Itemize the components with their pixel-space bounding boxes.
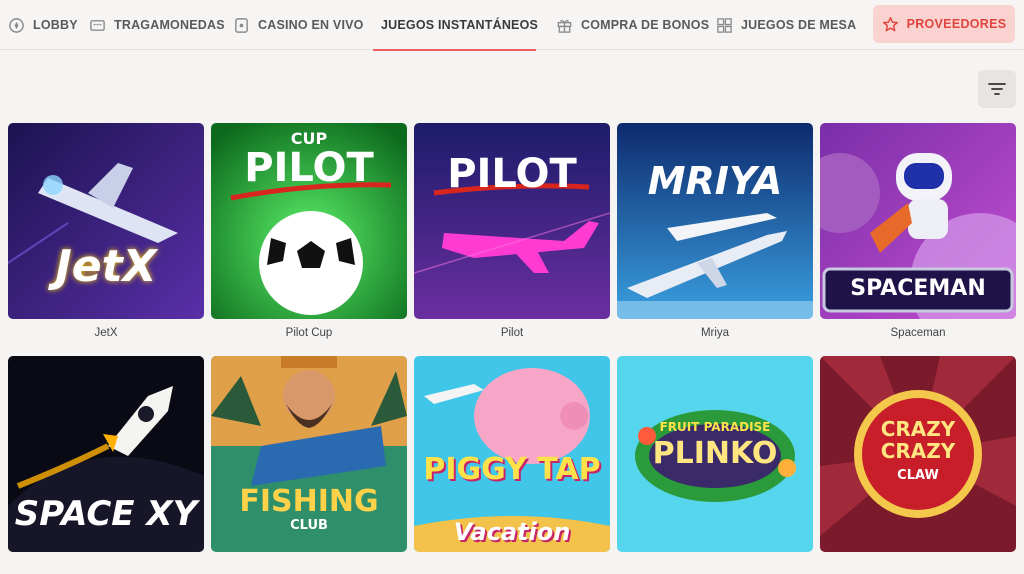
nav-item-label: LOBBY: [33, 18, 78, 32]
providers-button[interactable]: PROVEEDORES: [873, 5, 1015, 43]
game-title: [211, 560, 407, 574]
game-logo: SPACEMAN: [850, 276, 986, 301]
game-card-pilot[interactable]: PILOT Pilot: [414, 123, 610, 341]
game-card-crazy-crazy-claw[interactable]: CRAZY CRAZY CLAW: [820, 356, 1016, 574]
nav-item-tragamonedas[interactable]: TRAGAMONEDAS: [89, 0, 225, 50]
game-card-jetx[interactable]: JetX JetX: [8, 123, 204, 341]
game-title: [8, 560, 204, 574]
game-card-fishing-club[interactable]: FISHING CLUB: [211, 356, 407, 574]
slot-machine-icon: [90, 19, 105, 31]
game-card-piggy-tap[interactable]: PIGGY TAP Vacation: [414, 356, 610, 574]
game-logo-sub: Vacation: [453, 518, 571, 546]
game-thumbnail[interactable]: SPACEMAN: [820, 123, 1016, 319]
game-logo-sub: CLUB: [290, 518, 328, 533]
live-dealer-icon: [235, 17, 248, 33]
game-logo: PLINKO: [652, 436, 778, 471]
top-navigation: LOBBY TRAGAMONEDAS CASINO EN VIVO JUEGOS…: [0, 0, 1024, 51]
game-card-pilot-cup[interactable]: CUP PILOT Pilot Cup: [211, 123, 407, 341]
game-title: [617, 560, 813, 574]
game-logo: SPACE XY: [14, 494, 198, 534]
game-card-mriya[interactable]: MRIYA Mriya: [617, 123, 813, 341]
star-icon: [882, 16, 898, 31]
nav-item-label: TRAGAMONEDAS: [114, 18, 225, 32]
game-logo-sub: CLAW: [897, 468, 939, 483]
game-title: Pilot: [500, 327, 524, 339]
gift-icon: [557, 19, 572, 33]
game-logo: MRIYA: [647, 159, 783, 203]
game-thumbnail[interactable]: CRAZY CRAZY CLAW: [820, 356, 1016, 552]
game-thumbnail[interactable]: FRUIT PARADISE PLINKO: [617, 356, 813, 552]
nav-item-compra-de-bonos[interactable]: COMPRA DE BONOS: [556, 0, 709, 50]
game-thumbnail[interactable]: PILOT: [414, 123, 610, 319]
nav-item-label: JUEGOS DE MESA: [741, 18, 857, 32]
game-logo: FISHING: [239, 484, 379, 519]
game-thumbnail[interactable]: JetX: [8, 123, 204, 319]
game-thumbnail[interactable]: PIGGY TAP Vacation: [414, 356, 610, 552]
game-logo: JetX: [55, 241, 157, 292]
game-thumbnail[interactable]: MRIYA: [617, 123, 813, 319]
game-logo: CRAZY CRAZY: [880, 417, 956, 463]
game-logo: PIGGY TAP: [423, 452, 601, 487]
game-title: Mriya: [700, 327, 730, 339]
filter-button[interactable]: [978, 70, 1016, 108]
nav-item-label: CASINO EN VIVO: [258, 18, 364, 32]
game-logo: PILOT: [244, 145, 374, 191]
grid-icon: [717, 17, 732, 33]
game-card-plinko[interactable]: FRUIT PARADISE PLINKO: [617, 356, 813, 574]
game-logo-top: FRUIT PARADISE: [659, 420, 771, 434]
game-title: JetX: [94, 327, 118, 339]
game-logo: PILOT: [447, 151, 577, 197]
game-title: [414, 560, 610, 574]
game-card-space-xy[interactable]: SPACE XY: [8, 356, 204, 574]
game-title: [820, 560, 1016, 574]
compass-icon: [9, 17, 24, 33]
providers-label: PROVEEDORES: [906, 17, 1007, 31]
game-thumbnail[interactable]: CUP PILOT: [211, 123, 407, 319]
nav-item-casino-en-vivo[interactable]: CASINO EN VIVO: [233, 0, 364, 50]
nav-item-label: COMPRA DE BONOS: [581, 18, 710, 32]
game-card-spaceman[interactable]: SPACEMAN Spaceman: [820, 123, 1016, 341]
game-title: Spaceman: [890, 327, 946, 339]
game-thumbnail[interactable]: SPACE XY: [8, 356, 204, 552]
nav-item-lobby[interactable]: LOBBY: [8, 0, 78, 50]
nav-item-juegos-de-mesa[interactable]: JUEGOS DE MESA: [716, 0, 856, 50]
filter-icon: [988, 83, 1006, 95]
nav-item-label: JUEGOS INSTANTÁNEOS: [381, 18, 539, 32]
game-thumbnail[interactable]: FISHING CLUB: [211, 356, 407, 552]
game-title: Pilot Cup: [285, 327, 333, 339]
nav-item-juegos-instantaneos[interactable]: JUEGOS INSTANTÁNEOS: [373, 0, 539, 51]
